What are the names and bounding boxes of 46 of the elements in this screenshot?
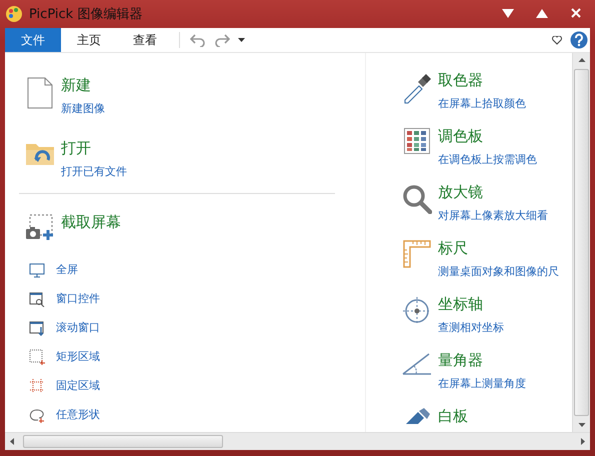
- item-title[interactable]: 新建: [61, 75, 105, 95]
- undo-icon[interactable]: [190, 33, 206, 47]
- horizontal-scrollbar[interactable]: [5, 432, 590, 450]
- item-description: 测量桌面对象和图像的尺: [438, 265, 559, 279]
- capture-option[interactable]: 全屏: [56, 261, 78, 279]
- item-title[interactable]: 截取屏幕: [61, 212, 121, 232]
- vertical-scrollbar[interactable]: [572, 53, 590, 432]
- capture-option[interactable]: 滚动窗口: [56, 319, 100, 337]
- dotted-rectangle-icon: [29, 349, 45, 365]
- item-title[interactable]: 标尺: [438, 238, 559, 258]
- item-title[interactable]: 调色板: [438, 126, 537, 146]
- item-description: 新建图像: [61, 102, 105, 116]
- item-description: 对屏幕上像素放大细看: [438, 209, 548, 223]
- crosshair-icon: [402, 296, 432, 326]
- palette-icon: [404, 128, 430, 154]
- capture-option[interactable]: 任意形状: [56, 406, 100, 424]
- window-search-icon: [29, 291, 45, 307]
- item-title[interactable]: 量角器: [438, 350, 526, 370]
- camera-icon: [26, 214, 54, 242]
- ruler-icon: [403, 240, 431, 268]
- ribbon-tab[interactable]: 文件: [5, 28, 61, 52]
- item-description: 在屏幕上测量角度: [438, 377, 526, 391]
- heart-icon[interactable]: [552, 36, 562, 44]
- item-title[interactable]: 坐标轴: [438, 294, 504, 314]
- monitor-icon: [29, 262, 45, 278]
- capture-option[interactable]: 矩形区域: [56, 348, 100, 366]
- item-title[interactable]: 白板: [438, 406, 468, 426]
- item-description: 在屏幕上拾取颜色: [438, 97, 526, 111]
- item-description: 在调色板上按需调色: [438, 153, 537, 167]
- item-title[interactable]: 打开: [61, 138, 127, 158]
- help-icon[interactable]: [570, 31, 588, 49]
- window-title: PicPick 图像编辑器: [29, 6, 142, 23]
- item-title[interactable]: 放大镜: [438, 182, 548, 202]
- item-title[interactable]: 取色器: [438, 70, 526, 90]
- app-logo-icon: [5, 5, 23, 23]
- capture-option[interactable]: 固定区域: [56, 377, 100, 395]
- item-description: 打开已有文件: [61, 165, 127, 179]
- lasso-icon: [29, 407, 45, 423]
- angle-icon: [402, 352, 432, 376]
- item-description: 查测相对坐标: [438, 321, 504, 335]
- magnifier-icon: [402, 184, 432, 214]
- document-icon: [27, 77, 53, 109]
- redo-icon[interactable]: [214, 33, 230, 47]
- dropdown-caret-icon[interactable]: [238, 38, 245, 42]
- capture-option[interactable]: 窗口控件: [56, 290, 100, 308]
- grid-icon: [29, 378, 45, 394]
